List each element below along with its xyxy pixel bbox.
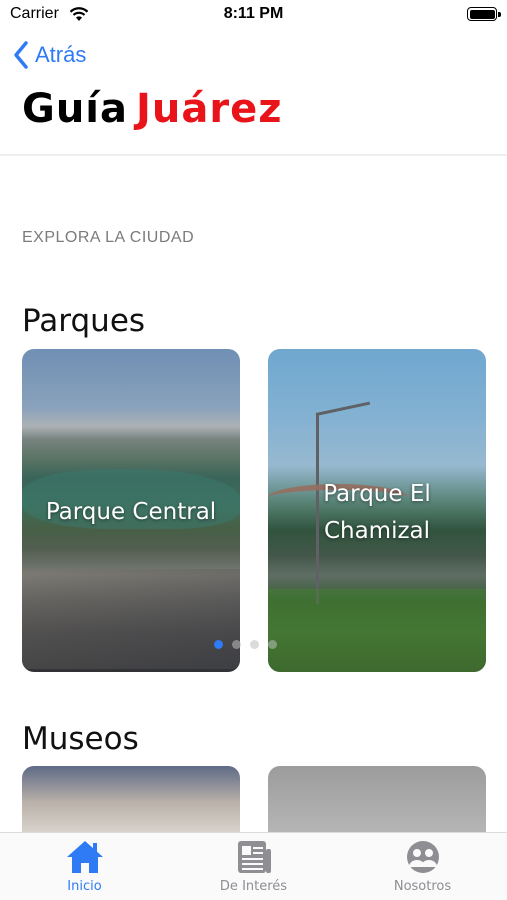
section-label: EXPLORA LA CIUDAD (22, 229, 195, 246)
newspaper-icon (237, 841, 271, 873)
page-control[interactable] (214, 640, 277, 649)
tab-nosotros[interactable]: Nosotros (338, 833, 507, 900)
status-bar: Carrier 8:11 PM (0, 0, 507, 30)
home-icon (66, 841, 103, 873)
card-label: Parque El Chamizal (323, 481, 431, 544)
chevron-left-icon (14, 41, 28, 69)
clock: 8:11 PM (223, 5, 284, 22)
tab-bar: Inicio De Interés Nosotros (0, 832, 507, 900)
category-title-museos: Museos (22, 721, 139, 757)
page-dot[interactable] (268, 640, 277, 649)
tab-label: Nosotros (393, 879, 452, 894)
card-image-street (22, 569, 240, 669)
card-parque-central[interactable]: Parque Central (22, 349, 240, 672)
title-guia: Guía (22, 86, 129, 132)
tab-de-interes[interactable]: De Interés (169, 833, 338, 900)
card-image-grass (268, 589, 486, 672)
nav-divider (0, 154, 507, 156)
category-title-parques: Parques (22, 303, 146, 339)
title-juarez: Juárez (136, 86, 283, 132)
back-label: Atrás (35, 42, 87, 67)
back-button[interactable]: Atrás (12, 40, 86, 70)
page-dot[interactable] (250, 640, 259, 649)
card-image-lamp-arm (315, 401, 371, 416)
tab-label: De Interés (219, 879, 288, 894)
page-title: Guía Juárez (22, 86, 283, 132)
people-icon (406, 841, 439, 873)
tab-label: Inicio (67, 879, 102, 894)
tab-inicio[interactable]: Inicio (0, 833, 169, 900)
card-label: Parque Central (45, 499, 217, 525)
page-dot[interactable] (232, 640, 241, 649)
battery-icon (467, 7, 501, 21)
page-dot[interactable] (214, 640, 223, 649)
card-parque-el-chamizal[interactable]: Parque El Chamizal (268, 349, 486, 672)
